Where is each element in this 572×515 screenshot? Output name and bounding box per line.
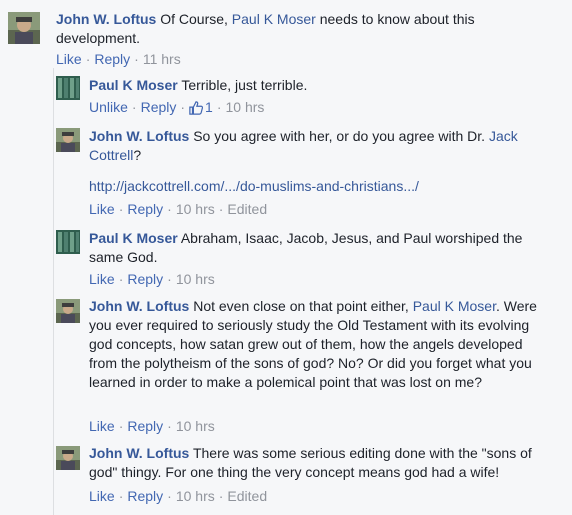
comment-text: Not even close on that point either, [189,298,413,314]
like-button[interactable]: Like [89,201,115,217]
url-link[interactable]: http://jackcottrell.com/.../do-muslims-a… [89,178,419,194]
comment-author[interactable]: Paul K Moser [89,77,178,93]
like-button[interactable]: Like [89,488,115,504]
mention-link[interactable]: Paul K Moser [413,298,496,314]
comment-author[interactable]: John W. Loftus [89,128,189,144]
avatar[interactable] [56,446,80,470]
avatar[interactable] [56,76,88,108]
timestamp[interactable]: 11 hrs [143,51,181,67]
profile-photo-icon [56,230,80,254]
comment-author[interactable]: Paul K Moser [89,230,178,246]
profile-photo-icon [56,299,80,323]
comment-text: Terrible, just terrible. [177,77,308,93]
timestamp[interactable]: 10 hrs [176,488,215,504]
edited-label[interactable]: Edited [227,488,267,504]
comment-text: So you agree with her, or do you agree w… [189,128,489,144]
profile-photo-icon [56,446,80,470]
avatar[interactable] [56,299,80,323]
avatar[interactable] [56,128,80,152]
timestamp[interactable]: 10 hrs [176,418,215,434]
comment-text: Of Course, [156,11,232,27]
timestamp[interactable]: 10 hrs [176,271,215,287]
unlike-button[interactable]: Unlike [89,99,128,115]
like-count[interactable]: 1 [189,99,213,115]
edited-label[interactable]: Edited [227,201,267,217]
profile-photo-icon [56,128,80,152]
comment-text: ? [133,147,142,163]
reply-button[interactable]: Reply [127,488,163,504]
avatar[interactable] [56,230,80,254]
thumbs-up-icon [189,101,204,115]
reply-button[interactable]: Reply [127,271,163,287]
timestamp[interactable]: 10 hrs [176,201,215,217]
comment-author[interactable]: John W. Loftus [89,445,189,461]
like-button[interactable]: Like [89,271,115,287]
avatar[interactable] [8,12,40,44]
profile-photo-icon [8,12,40,44]
profile-photo-icon [56,76,80,100]
reply-button[interactable]: Reply [127,418,163,434]
comment-author[interactable]: John W. Loftus [56,11,156,27]
reply-button[interactable]: Reply [127,201,163,217]
reply-thread-line [53,68,54,515]
reply-button[interactable]: Reply [94,51,130,67]
like-button[interactable]: Like [89,418,115,434]
comment-author[interactable]: John W. Loftus [89,298,189,314]
like-button[interactable]: Like [56,51,82,67]
mention-link[interactable]: Paul K Moser [232,11,316,27]
reply-button[interactable]: Reply [141,99,177,115]
timestamp[interactable]: 10 hrs [226,99,265,115]
